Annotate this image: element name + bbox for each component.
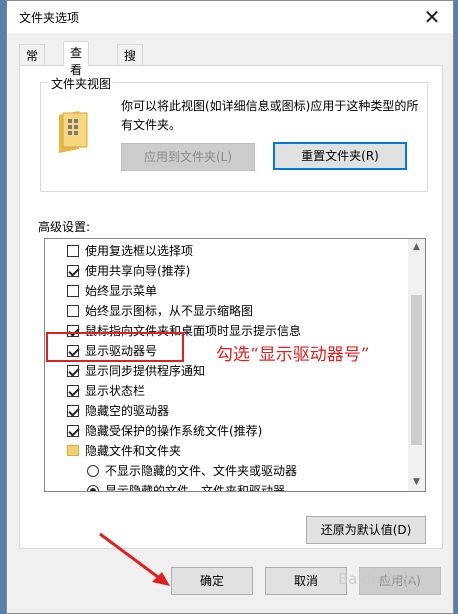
settings-row-label: 始终显示菜单	[85, 284, 158, 298]
watermark: Baidu 经验	[338, 570, 416, 588]
red-arrow-icon	[99, 532, 170, 586]
radio-button[interactable]	[87, 485, 99, 491]
checkbox[interactable]	[67, 245, 79, 257]
settings-row-label: 显示隐藏的文件、文件夹和驱动器	[105, 484, 286, 492]
settings-row-label: 显示状态栏	[85, 384, 146, 398]
settings-row-label: 隐藏受保护的操作系统文件(推荐)	[85, 424, 263, 438]
reset-folders-button[interactable]: 重置文件夹(R)	[273, 142, 407, 170]
folder-icon	[67, 445, 79, 456]
scroll-thumb[interactable]	[411, 295, 422, 445]
checkbox[interactable]	[67, 365, 79, 377]
settings-row-label: 不显示隐藏的文件、文件夹或驱动器	[105, 464, 298, 478]
tab-search[interactable]: 搜索	[117, 44, 144, 80]
folder-views-description: 你可以将此视图(如详细信息或图标)应用于这种类型的所有文件夹。	[121, 99, 419, 132]
ok-button[interactable]: 确定	[171, 567, 253, 595]
apply-to-folders-button[interactable]: 应用到文件夹(L)	[121, 143, 255, 171]
checkbox[interactable]	[67, 285, 79, 297]
restore-defaults-button[interactable]: 还原为默认值(D)	[306, 516, 426, 544]
advanced-settings-label: 高级设置:	[38, 220, 91, 234]
settings-row-label: 隐藏空的驱动器	[85, 404, 170, 418]
checkbox[interactable]	[67, 305, 79, 317]
folder-view-icon	[59, 111, 88, 153]
folder-views-group: 文件夹视图 你可以将此视图(如详细信息或图标)应用于这种类型的所有文件夹。 应用…	[40, 75, 428, 192]
settings-row-label: 显示同步提供程序通知	[85, 364, 206, 378]
vertical-scrollbar[interactable]: ▲ ▼	[408, 239, 425, 491]
settings-row-label: 使用共享向导(推荐)	[85, 264, 191, 278]
checkbox[interactable]	[67, 385, 79, 397]
checkbox[interactable]	[67, 265, 79, 277]
tab-general[interactable]: 常规	[19, 44, 46, 80]
cancel-button[interactable]: 取消	[265, 567, 347, 595]
settings-row-label: 始终显示图标，从不显示缩略图	[85, 304, 254, 318]
annotation-text: 勾选“显示驱动器号”	[216, 345, 370, 365]
scroll-down-icon[interactable]: ▼	[408, 474, 425, 491]
tab-view[interactable]: 查看	[63, 41, 90, 77]
settings-row-label: 隐藏文件和文件夹	[85, 444, 182, 458]
checkbox[interactable]	[67, 425, 79, 437]
settings-row-label: 使用复选框以选择项	[85, 244, 194, 258]
checkbox[interactable]	[67, 405, 79, 417]
close-icon[interactable]: ✕	[417, 3, 447, 31]
scroll-up-icon[interactable]: ▲	[408, 239, 425, 256]
highlight-box	[46, 332, 184, 362]
title-bar: 文件夹选项 ✕	[7, 1, 453, 33]
radio-button[interactable]	[87, 465, 99, 477]
folder-options-dialog: 文件夹选项 ✕ 常规 查看 搜索 文件夹视图 你可以将此视图(如详细信息或图标)…	[6, 0, 454, 614]
dialog-title: 文件夹选项	[19, 11, 80, 25]
advanced-settings-list: 使用复选框以选择项 使用共享向导(推荐) 始终显示菜单 始终显示图标，从不显示缩略图鼠…	[44, 238, 426, 492]
view-tab-panel: 文件夹视图 你可以将此视图(如详细信息或图标)应用于这种类型的所有文件夹。 应用…	[19, 65, 443, 549]
